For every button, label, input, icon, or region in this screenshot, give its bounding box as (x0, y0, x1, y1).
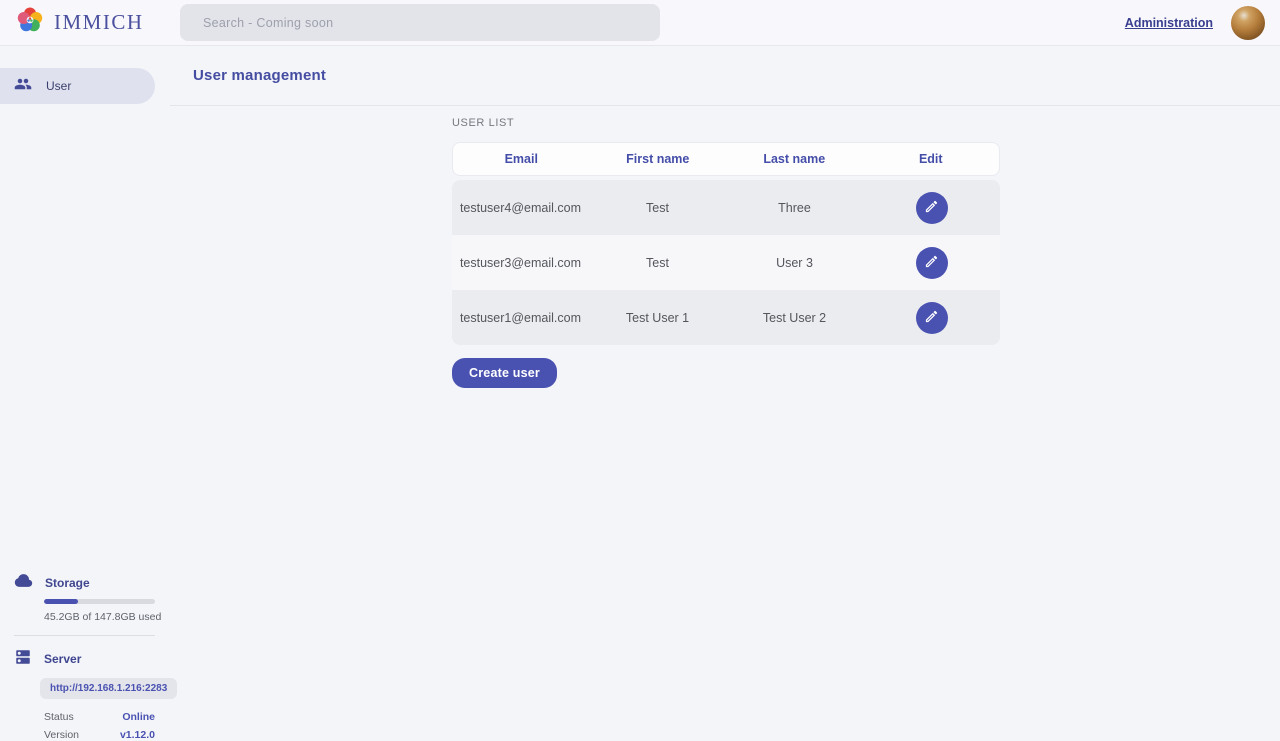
storage-usage-text: 45.2GB of 147.8GB used (44, 611, 170, 623)
main-content: User management USER LIST Email First na… (170, 46, 1280, 730)
column-header-email: Email (453, 152, 590, 166)
users-icon (14, 75, 32, 98)
brand: IMMICH (16, 6, 144, 39)
storage-title: Storage (45, 576, 90, 590)
topbar-right: Administration (1125, 0, 1265, 46)
pencil-icon (924, 199, 939, 217)
server-url-badge: http://192.168.1.216:2283 (40, 678, 177, 699)
user-table-body: testuser4@email.com Test Three (452, 180, 1000, 345)
column-header-last-name: Last name (726, 152, 863, 166)
sidebar-footer: Storage 45.2GB of 147.8GB used Server ht… (0, 574, 170, 741)
column-header-first-name: First name (590, 152, 727, 166)
server-section-header: Server (0, 650, 170, 668)
cell-last-name: Three (726, 201, 863, 215)
brand-wordmark: IMMICH (54, 10, 144, 35)
storage-section-header: Storage (0, 574, 170, 592)
cell-first-name: Test (589, 256, 726, 270)
server-status-row: Status Online (44, 711, 155, 723)
page-title-bar: User management (170, 46, 1280, 106)
storage-progress-bar (44, 599, 155, 604)
cell-last-name: User 3 (726, 256, 863, 270)
cell-email: testuser3@email.com (452, 256, 589, 270)
edit-user-button[interactable] (916, 192, 948, 224)
administration-link[interactable]: Administration (1125, 16, 1213, 30)
top-bar: IMMICH Administration (0, 0, 1280, 46)
dns-icon (14, 648, 32, 671)
table-header-row: Email First name Last name Edit (452, 142, 1000, 176)
status-value: Online (122, 711, 155, 723)
sidebar: User Storage 45.2GB of 147.8GB used Serv… (0, 46, 170, 730)
pencil-icon (924, 309, 939, 327)
storage-progress-fill (44, 599, 78, 604)
cell-last-name: Test User 2 (726, 311, 863, 325)
create-user-button[interactable]: Create user (452, 358, 557, 388)
table-row: testuser3@email.com Test User 3 (452, 235, 1000, 290)
table-row: testuser1@email.com Test User 1 Test Use… (452, 290, 1000, 345)
status-label: Status (44, 711, 74, 723)
edit-user-button[interactable] (916, 247, 948, 279)
immich-logo-icon (16, 6, 44, 39)
cell-first-name: Test User 1 (589, 311, 726, 325)
sidebar-divider (14, 635, 155, 636)
column-header-edit: Edit (863, 152, 1000, 166)
server-title: Server (44, 652, 81, 666)
version-label: Version (44, 729, 79, 741)
version-value: v1.12.0 (120, 729, 155, 741)
table-row: testuser4@email.com Test Three (452, 180, 1000, 235)
user-avatar[interactable] (1231, 6, 1265, 40)
edit-user-button[interactable] (916, 302, 948, 334)
cloud-icon (14, 571, 33, 595)
sidebar-item-label: User (46, 79, 71, 93)
cell-first-name: Test (589, 201, 726, 215)
pencil-icon (924, 254, 939, 272)
sidebar-item-user[interactable]: User (0, 68, 155, 104)
server-version-row: Version v1.12.0 (44, 729, 155, 741)
user-list-panel: USER LIST Email First name Last name Edi… (452, 117, 1000, 388)
section-label: USER LIST (452, 117, 1000, 129)
page-title: User management (193, 67, 326, 84)
cell-email: testuser4@email.com (452, 201, 589, 215)
search-input[interactable] (180, 4, 660, 41)
cell-email: testuser1@email.com (452, 311, 589, 325)
